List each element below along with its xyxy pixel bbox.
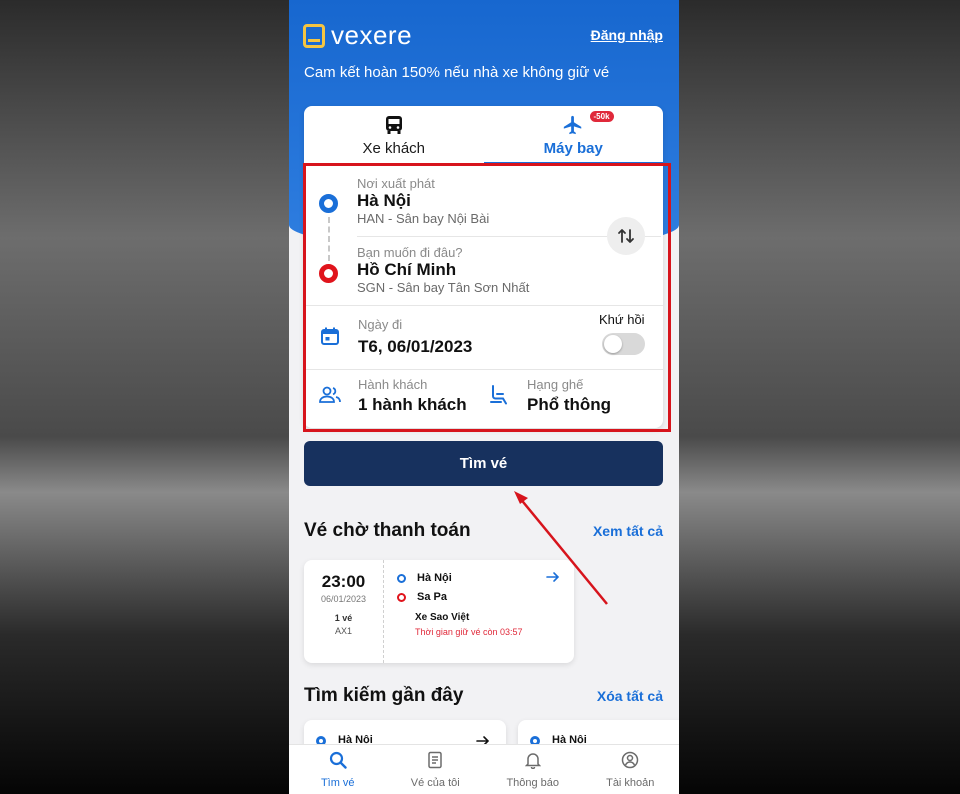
destination-airport: SGN - Sân bay Tân Sơn Nhất: [357, 280, 530, 295]
passengers-value: 1 hành khách: [358, 395, 467, 414]
divider: [304, 305, 663, 306]
transport-tabs: Xe khách -50k Máy bay: [304, 106, 664, 165]
refund-promise: Cam kết hoàn 150% nếu nhà xe không giữ v…: [304, 64, 610, 81]
ticket-destination: Sa Pa: [417, 591, 447, 603]
bus-logo-icon: [303, 23, 325, 48]
background-left: [0, 0, 289, 794]
ticket-origin-dot-icon: [397, 574, 406, 583]
route-connector: [328, 217, 330, 261]
ticket-origin: Hà Nội: [417, 572, 452, 584]
bottom-tab-bar: Tìm vé Vé của tôi Thông báo Tài khoản: [289, 744, 679, 794]
account-icon: [621, 751, 639, 774]
ticket-icon: [427, 751, 443, 774]
date-value: T6, 06/01/2023: [358, 337, 473, 356]
ticket-count: 1 vé: [334, 613, 353, 623]
destination-label: Bạn muốn đi đâu?: [357, 245, 463, 260]
ticket-operator: Xe Sao Việt: [415, 612, 470, 623]
view-all-link[interactable]: Xem tất cả: [593, 523, 663, 539]
round-trip-label: Khứ hồi: [599, 312, 645, 327]
date-label: Ngày đi: [358, 317, 403, 332]
swap-icon: [618, 229, 634, 243]
tab-account[interactable]: Tài khoản: [582, 745, 680, 794]
pending-section-title: Vé chờ thanh toán: [304, 520, 471, 541]
phone-screen: vexere Đăng nhập Cam kết hoàn 150% nếu n…: [289, 0, 679, 794]
tab-search[interactable]: Tìm vé: [289, 745, 387, 794]
ticket-destination-dot-icon: [397, 593, 406, 602]
passengers-label: Hành khách: [358, 377, 428, 392]
search-icon: [329, 751, 347, 774]
tab-bus-label: Xe khách: [362, 139, 426, 157]
seat-class-value: Phổ thông: [527, 395, 612, 414]
tab-notifications-label: Thông báo: [506, 776, 560, 789]
seat-icon: [488, 384, 510, 411]
airplane-icon: [562, 114, 584, 136]
bell-icon: [524, 751, 542, 774]
origin-field[interactable]: Nơi xuất phát Hà Nội HAN - Sân bay Nội B…: [357, 176, 489, 226]
discount-badge: -50k: [589, 111, 614, 122]
ticket-separator: [383, 560, 384, 663]
passengers-icon: [318, 385, 342, 410]
ticket-hold-timer: Thời gian giữ vé còn 03:57: [415, 627, 523, 637]
tab-notifications[interactable]: Thông báo: [484, 745, 582, 794]
calendar-icon: [320, 326, 340, 351]
round-trip-toggle[interactable]: [602, 333, 645, 355]
tab-flight-label: Máy bay: [543, 139, 603, 157]
origin-airport: HAN - Sân bay Nội Bài: [357, 211, 490, 226]
seat-class-label: Hạng ghế: [527, 377, 584, 392]
ticket-code: AX1: [334, 626, 352, 636]
passengers-field[interactable]: Hành khách 1 hành khách: [358, 377, 467, 415]
tab-search-label: Tìm vé: [320, 776, 355, 789]
tab-flight[interactable]: -50k Máy bay: [483, 106, 664, 165]
origin-label: Nơi xuất phát: [357, 176, 435, 191]
tab-my-tickets-label: Vé của tôi: [410, 776, 460, 789]
origin-value: Hà Nội: [357, 191, 411, 210]
seat-class-field[interactable]: Hạng ghế Phổ thông: [527, 377, 611, 415]
recent-section-title: Tìm kiếm gần đây: [304, 685, 464, 706]
ticket-date: 06/01/2023: [320, 594, 367, 604]
destination-value: Hồ Chí Minh: [357, 260, 457, 279]
origin-dot-icon: [319, 194, 338, 213]
search-button[interactable]: Tìm vé: [304, 441, 663, 486]
arrow-right-icon: [546, 570, 560, 588]
destination-field[interactable]: Bạn muốn đi đâu? Hồ Chí Minh SGN - Sân b…: [357, 245, 529, 295]
ticket-time: 23:00: [321, 572, 366, 591]
bus-icon: [385, 114, 403, 136]
destination-dot-icon: [319, 264, 338, 283]
tab-account-label: Tài khoản: [606, 776, 655, 789]
divider: [304, 369, 663, 370]
background-right: [679, 0, 960, 794]
tab-bus[interactable]: Xe khách: [304, 106, 484, 164]
clear-all-link[interactable]: Xóa tất cả: [597, 688, 663, 704]
tab-my-tickets[interactable]: Vé của tôi: [387, 745, 485, 794]
logo: vexere: [303, 20, 412, 51]
swap-button[interactable]: [607, 217, 645, 255]
pending-ticket-card[interactable]: 23:00 06/01/2023 1 vé AX1 Hà Nội Sa Pa X…: [304, 560, 574, 663]
departure-date-field[interactable]: Ngày đi T6, 06/01/2023: [358, 317, 472, 357]
logo-text: vexere: [331, 20, 413, 50]
login-link[interactable]: Đăng nhập: [591, 27, 663, 43]
